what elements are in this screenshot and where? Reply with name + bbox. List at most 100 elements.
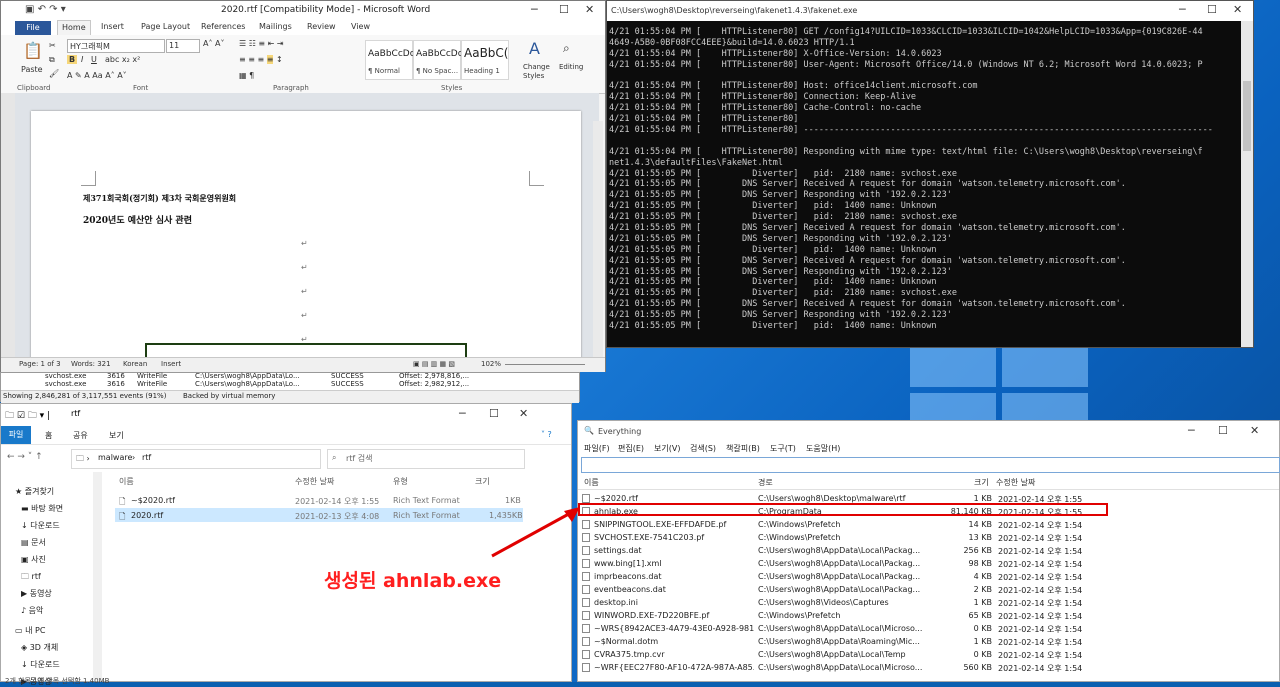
maximize-icon[interactable]: ☐ [489,407,499,420]
table-row[interactable]: SVCHOST.EXE-7541C203.pf C:\Windows\Prefet… [578,532,1279,545]
nav-scrollbar[interactable] [93,472,102,680]
menu-search[interactable]: 검색(S) [690,443,716,454]
col-size[interactable]: 크기 [974,477,989,488]
font-size-select[interactable]: 11 [166,39,200,53]
change-styles-button[interactable]: Change Styles [523,63,557,81]
underline-button[interactable]: U [91,55,97,64]
table-row[interactable]: ~WRF{EEC27F80-AF10-472A-987A-A85... C:\Us… [578,662,1279,675]
style-normal[interactable]: AaBbCcDc ¶ Normal [365,40,415,80]
nav-desktop[interactable]: ▬ 바탕 화면 [21,503,63,514]
tab-home[interactable]: 홈 [45,430,52,441]
format-painter-icon[interactable]: 🖌 [49,69,59,78]
address-bar[interactable]: 🗀 › malware › rtf [71,449,321,469]
bold-button[interactable]: B [67,55,78,64]
close-icon[interactable]: ✕ [1250,424,1259,437]
table-row[interactable]: SNIPPINGTOOL.EXE-EFFDAFDE.pf C:\Windows\P… [578,519,1279,532]
tab-references[interactable]: References [201,22,245,31]
table-row[interactable]: desktop.ini C:\Users\wogh8\Videos\Capture… [578,597,1279,610]
nav-quick-access[interactable]: ★ 즐겨찾기 [15,486,54,497]
tab-view[interactable]: View [351,22,370,31]
table-row[interactable]: settings.dat C:\Users\wogh8\AppData\Local… [578,545,1279,558]
grow-font-icon[interactable]: A˄ A˅ [203,39,225,48]
scroll-thumb[interactable] [1243,81,1251,151]
help-icon[interactable]: ˅ ? [541,430,552,439]
quick-access-toolbar[interactable]: ▣ ↶ ↷ ▾ [25,4,66,15]
tab-mailings[interactable]: Mailings [259,22,292,31]
close-icon[interactable]: ✕ [519,407,528,420]
nav-downloads[interactable]: ↓ 다운로드 [21,520,60,531]
nav-3d-objects[interactable]: ◈ 3D 개체 [21,642,58,653]
table-row[interactable]: ~$Normal.dotm C:\Users\wogh8\AppData\Roam… [578,636,1279,649]
minimize-icon[interactable]: ─ [1188,424,1195,437]
view-buttons-icon[interactable]: ▣ ▤ ▥ ▦ ▧ [413,360,455,368]
nav-rtf[interactable]: 🗀 rtf [21,571,41,585]
table-row[interactable]: CVRA375.tmp.cvr C:\Users\wogh8\AppData\Lo… [578,649,1279,662]
maximize-icon[interactable]: ☐ [559,3,569,16]
tab-view[interactable]: 보기 [109,430,124,441]
copy-icon[interactable]: ⧉ [49,55,55,65]
tab-share[interactable]: 공유 [73,430,88,441]
list-item[interactable]: 🗋 ~$2020.rtf 2021-02-14 오후 1:55 Rich Tex… [115,493,523,507]
nav-documents[interactable]: ▤ 문서 [21,537,46,548]
menu-file[interactable]: 파일(F) [584,443,610,454]
nav-arrows-icon[interactable]: ← → ˅ ↑ [7,452,43,462]
menu-tools[interactable]: 도구(T) [770,443,796,454]
menu-edit[interactable]: 편집(E) [618,443,644,454]
nav-pictures[interactable]: ▣ 사진 [21,554,46,565]
italic-button[interactable]: I [81,55,83,64]
close-icon[interactable]: ✕ [1233,3,1242,16]
bullets-icon[interactable]: ☰ ☷ ≡ ⇤ ⇥ [239,39,284,48]
maximize-icon[interactable]: ☐ [1218,424,1228,437]
tab-file[interactable]: File [15,21,51,35]
tab-insert[interactable]: Insert [101,22,124,31]
tab-file[interactable]: 파일 [1,426,31,444]
list-item[interactable]: 🗋 2020.rtf 2021-02-13 오후 4:08 Rich Text … [115,508,523,522]
maximize-icon[interactable]: ☐ [1207,3,1217,16]
table-row[interactable]: WINWORD.EXE-7D220BFE.pf C:\Windows\Prefet… [578,610,1279,623]
table-row[interactable]: imprbeacons.dat C:\Users\wogh8\AppData\Lo… [578,571,1279,584]
minimize-icon[interactable]: ─ [1179,3,1186,16]
table-row[interactable]: eventbeacons.dat C:\Users\wogh8\AppData\L… [578,584,1279,597]
breadcrumb-malware[interactable]: malware [98,453,132,462]
table-row[interactable]: ~WRS{8942ACE3-4A79-43E0-A928-981... C:\Us… [578,623,1279,636]
nav-music[interactable]: ♪ 음악 [21,605,43,616]
tab-page-layout[interactable]: Page Layout [141,22,190,31]
zoom-slider[interactable] [505,364,585,365]
change-styles-icon[interactable]: A [529,39,540,58]
menu-help[interactable]: 도움말(H) [806,443,840,454]
font-name-select[interactable]: HY그래픽M [67,39,165,53]
menu-bookmarks[interactable]: 책갈피(B) [726,443,760,454]
everything-search-input[interactable] [581,457,1280,473]
align-icons[interactable]: ≡ ≡ ≡ ≡ ↕ [239,55,283,64]
col-path[interactable]: 경로 [758,477,773,488]
close-icon[interactable]: ✕ [585,3,594,16]
nav-videos[interactable]: ▶ 동영상 [21,588,52,599]
text-effects-icon[interactable]: A ✎ A Aa A˄ A˅ [67,71,127,80]
nav-this-pc[interactable]: ▭ 내 PC [15,625,45,636]
tab-review[interactable]: Review [307,22,336,31]
shading-icon[interactable]: ▦ ¶ [239,71,254,80]
col-size[interactable]: 크기 [475,476,490,487]
minimize-icon[interactable]: ─ [459,407,466,420]
binoculars-icon[interactable]: ⌕ [563,41,570,56]
tab-home[interactable]: Home [57,20,91,35]
col-date[interactable]: 수정한 날짜 [996,477,1035,488]
menu-view[interactable]: 보기(V) [654,443,680,454]
style-heading-1[interactable]: AaBbC( Heading 1 [461,40,509,80]
zoom-level[interactable]: 102% [481,360,501,368]
document-area[interactable]: 제371회국회(정기회) 제3차 국회운영위원회 2020년도 예산안 심사 관… [15,93,599,387]
breadcrumb-rtf[interactable]: rtf [142,453,151,462]
status-language[interactable]: Korean [123,360,147,368]
status-words[interactable]: Words: 321 [71,360,111,368]
status-mode[interactable]: Insert [161,360,181,368]
editing-button[interactable]: Editing [559,63,583,71]
document-page[interactable]: 제371회국회(정기회) 제3차 국회운영위원회 2020년도 예산안 심사 관… [31,111,581,387]
style-no-spacing[interactable]: AaBbCcDc ¶ No Spac... [413,40,463,80]
status-page[interactable]: Page: 1 of 3 [19,360,61,368]
console-scrollbar[interactable] [1241,21,1253,347]
nav-pc-downloads[interactable]: ↓ 다운로드 [21,659,60,670]
word-scrollbar[interactable] [593,121,603,357]
col-type[interactable]: 유형 [393,476,408,487]
search-input[interactable]: ⌕ rtf 검색 [327,449,525,469]
table-row[interactable]: svchost.exe 3616 WriteFile C:\Users\wogh… [1,380,581,389]
